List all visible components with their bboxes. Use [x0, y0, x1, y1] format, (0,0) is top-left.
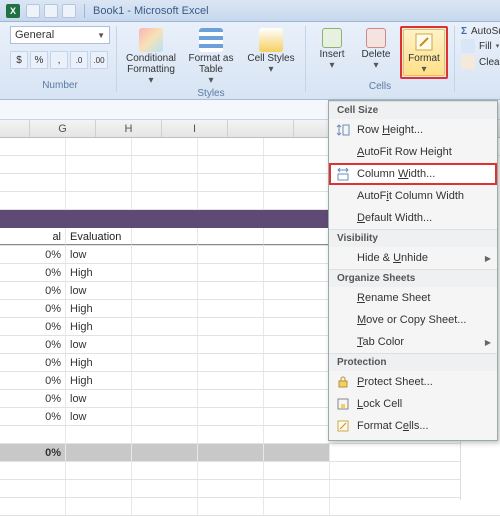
clear-button[interactable]: Clear▾ — [461, 55, 500, 69]
protect-icon — [335, 374, 351, 390]
autosum-button[interactable]: ΣAutoSum▾ — [461, 26, 500, 37]
format-cells-icon — [335, 418, 351, 434]
styles-group-label: Styles — [197, 86, 224, 99]
clear-icon — [461, 55, 475, 69]
menu-header-cellsize: Cell Size — [329, 101, 497, 119]
conditional-formatting-button[interactable]: Conditional Formatting▾ — [123, 26, 179, 86]
row-height-icon — [335, 122, 351, 138]
comma-button[interactable]: , — [50, 51, 68, 69]
format-menu: Cell Size Row Height... AutoFit Row Heig… — [328, 100, 498, 441]
group-number: General ▼ $ % , .0 .00 Number — [4, 26, 117, 92]
number-format-combo[interactable]: General ▼ — [10, 26, 110, 44]
window-title: Book1 - Microsoft Excel — [93, 5, 209, 17]
format-icon — [414, 32, 434, 52]
menu-header-organize: Organize Sheets — [329, 269, 497, 287]
menu-lock-cell[interactable]: Lock Cell — [329, 393, 497, 415]
group-editing: ΣAutoSum▾ Fill▾ Clear▾ AZ Sort & Filter … — [455, 26, 500, 92]
title-bar: X Book1 - Microsoft Excel — [0, 0, 500, 22]
menu-header-visibility: Visibility — [329, 229, 497, 247]
table-row[interactable] — [0, 462, 500, 480]
cells-group-label: Cells — [369, 79, 391, 92]
format-as-table-button[interactable]: Format as Table▾ — [183, 26, 239, 86]
menu-autofit-row[interactable]: AutoFit Row Height — [329, 141, 497, 163]
increase-decimal-button[interactable]: .0 — [70, 51, 88, 69]
insert-button[interactable]: Insert▾ — [312, 26, 352, 71]
table-row[interactable] — [0, 480, 500, 498]
menu-hide-unhide[interactable]: Hide & Unhide▶ — [329, 247, 497, 269]
menu-protect-sheet[interactable]: Protect Sheet... — [329, 371, 497, 393]
format-button[interactable]: Format▾ — [403, 29, 445, 76]
redo-icon[interactable] — [62, 4, 76, 18]
number-format-value: General — [15, 29, 54, 41]
table-row[interactable] — [0, 498, 500, 516]
undo-icon[interactable] — [44, 4, 58, 18]
divider — [84, 4, 85, 18]
save-icon[interactable] — [26, 4, 40, 18]
column-width-icon — [335, 166, 351, 182]
delete-button[interactable]: Delete▾ — [356, 26, 396, 71]
menu-format-cells[interactable]: Format Cells... — [329, 415, 497, 437]
ribbon: General ▼ $ % , .0 .00 Number Conditiona… — [0, 22, 500, 100]
percent-button[interactable]: % — [30, 51, 48, 69]
format-button-highlight: Format▾ — [400, 26, 448, 79]
submenu-arrow-icon: ▶ — [485, 338, 491, 347]
menu-move-copy[interactable]: Move or Copy Sheet... — [329, 309, 497, 331]
col-header[interactable]: I — [162, 120, 228, 137]
decrease-decimal-button[interactable]: .00 — [90, 51, 108, 69]
table-row[interactable]: 0% — [0, 444, 500, 462]
chevron-down-icon: ▼ — [97, 31, 105, 40]
menu-default-width[interactable]: Default Width... — [329, 207, 497, 229]
group-styles: Conditional Formatting▾ Format as Table▾… — [117, 26, 306, 92]
col-header[interactable]: G — [30, 120, 96, 137]
fill-icon — [461, 39, 475, 53]
quick-access-toolbar — [26, 4, 76, 18]
cell-styles-button[interactable]: Cell Styles▾ — [243, 26, 299, 75]
fill-button[interactable]: Fill▾ — [461, 39, 500, 53]
menu-autofit-col[interactable]: AutoFit Column Width — [329, 185, 497, 207]
group-cells: Insert▾ Delete▾ Format▾ Cells — [306, 26, 455, 92]
menu-header-protection: Protection — [329, 353, 497, 371]
excel-icon: X — [6, 4, 20, 18]
menu-row-height[interactable]: Row Height... — [329, 119, 497, 141]
currency-button[interactable]: $ — [10, 51, 28, 69]
menu-column-width[interactable]: Column Width... — [329, 163, 497, 185]
menu-rename-sheet[interactable]: Rename Sheet — [329, 287, 497, 309]
col-header[interactable]: H — [96, 120, 162, 137]
lock-icon — [335, 396, 351, 412]
menu-tab-color[interactable]: Tab Color▶ — [329, 331, 497, 353]
submenu-arrow-icon: ▶ — [485, 254, 491, 263]
number-group-label: Number — [42, 78, 78, 92]
